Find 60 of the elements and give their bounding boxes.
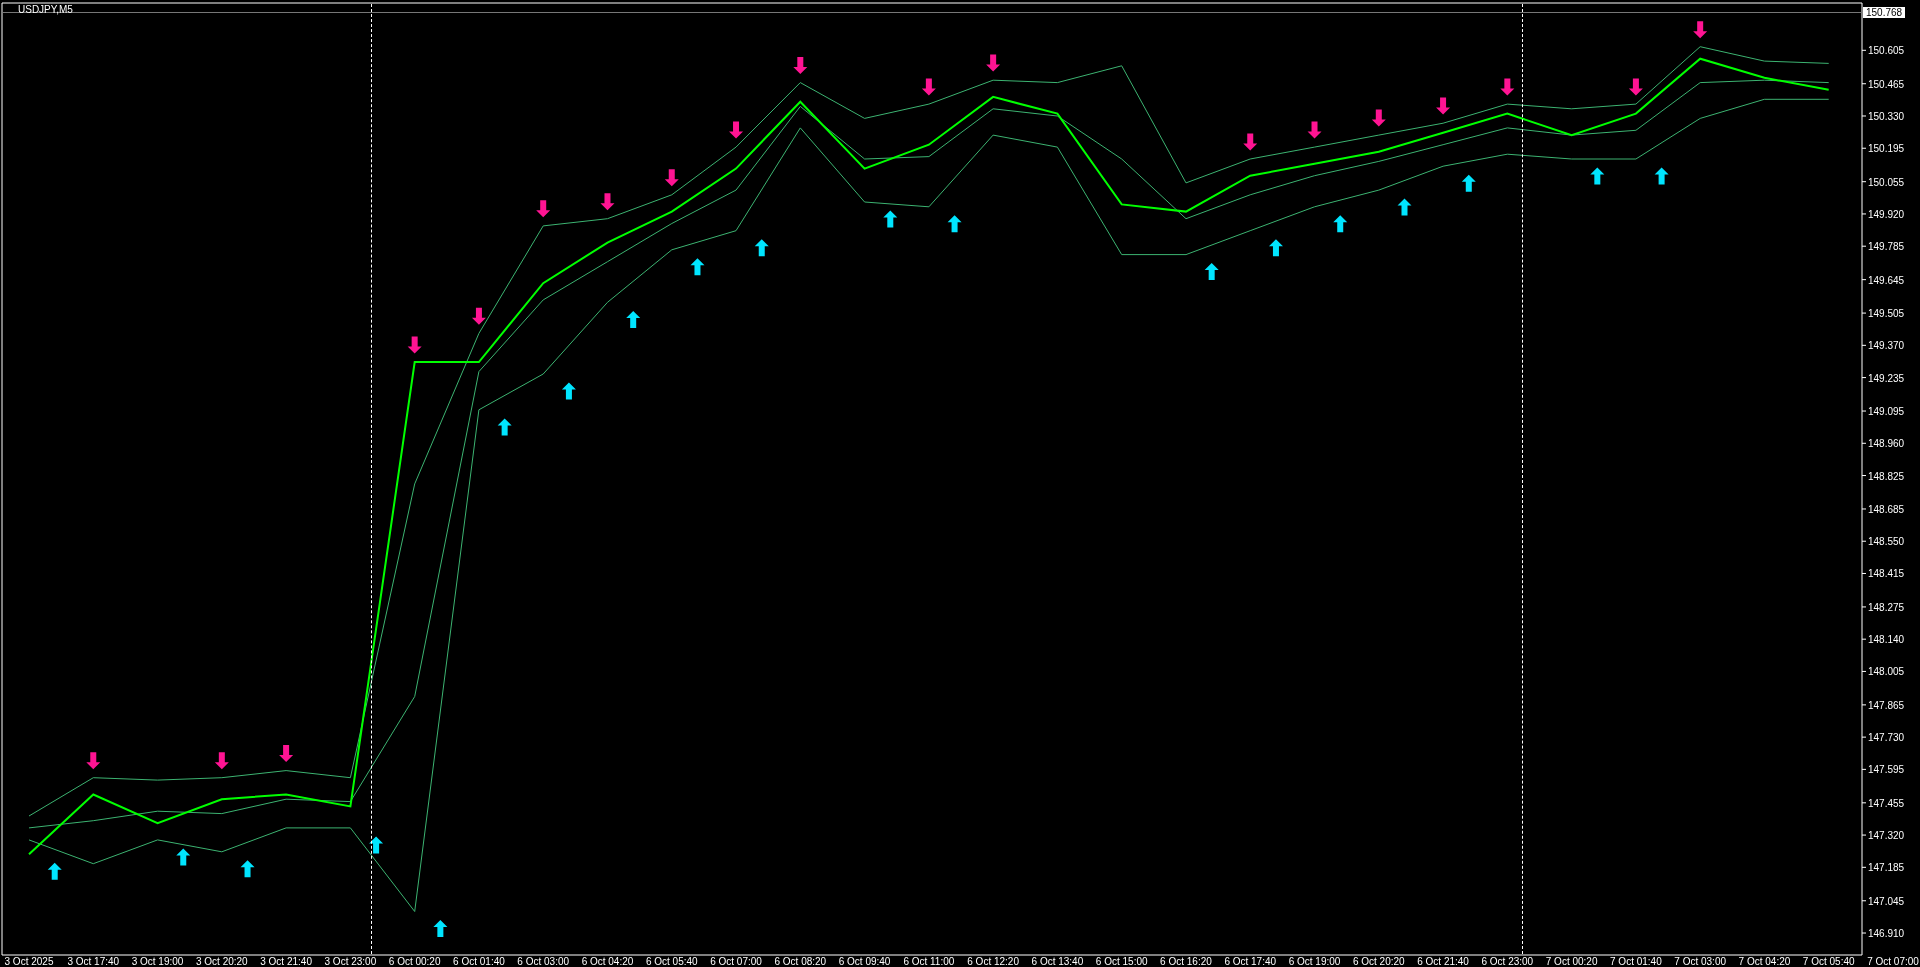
price-label: 150.055 bbox=[1868, 176, 1905, 188]
time-label: 6 Oct 23:00 bbox=[1481, 956, 1534, 967]
time-label: 7 Oct 01:40 bbox=[1610, 956, 1662, 967]
price-label: 148.550 bbox=[1868, 536, 1905, 548]
current-price-label: 150.768 bbox=[1863, 7, 1906, 18]
price-label: 148.005 bbox=[1868, 666, 1905, 678]
price-label: 147.045 bbox=[1868, 895, 1905, 907]
time-label: 7 Oct 03:00 bbox=[1674, 956, 1726, 967]
time-label: 6 Oct 04:20 bbox=[581, 956, 634, 967]
time-label: 6 Oct 05:40 bbox=[645, 956, 698, 967]
price-label: 149.370 bbox=[1868, 340, 1905, 352]
price-label: 148.960 bbox=[1868, 438, 1905, 450]
price-label: 148.140 bbox=[1868, 634, 1905, 646]
price-label: 150.465 bbox=[1868, 78, 1905, 90]
price-label: 148.825 bbox=[1868, 470, 1905, 482]
time-label: 7 Oct 00:20 bbox=[1545, 956, 1598, 967]
time-label: 6 Oct 20:20 bbox=[1352, 956, 1405, 967]
price-label: 148.415 bbox=[1868, 568, 1905, 580]
price-label: 147.320 bbox=[1868, 830, 1905, 842]
price-label: 149.095 bbox=[1868, 406, 1905, 418]
time-label: 6 Oct 12:20 bbox=[967, 956, 1019, 967]
time-label: 3 Oct 19:00 bbox=[131, 956, 184, 967]
time-label: 7 Oct 04:20 bbox=[1738, 956, 1791, 967]
time-label: 6 Oct 15:00 bbox=[1095, 956, 1148, 967]
price-label: 150.605 bbox=[1868, 45, 1905, 57]
chart-title: USDJPY,M5 bbox=[18, 4, 73, 15]
price-label: 147.185 bbox=[1868, 862, 1905, 874]
time-label: 3 Oct 21:40 bbox=[260, 956, 312, 967]
price-label: 147.730 bbox=[1868, 732, 1905, 744]
price-label: 150.195 bbox=[1868, 143, 1905, 155]
time-label: 6 Oct 17:40 bbox=[1224, 956, 1277, 967]
time-label: 3 Oct 17:40 bbox=[67, 956, 120, 967]
price-label: 148.685 bbox=[1868, 504, 1905, 515]
time-label: 3 Oct 23:00 bbox=[324, 956, 377, 967]
price-label: 149.235 bbox=[1868, 372, 1905, 384]
time-label: 6 Oct 13:40 bbox=[1031, 956, 1084, 967]
time-label: 6 Oct 11:00 bbox=[903, 956, 955, 967]
price-label: 150.330 bbox=[1868, 111, 1905, 122]
price-label: 148.275 bbox=[1868, 601, 1905, 613]
time-label: 6 Oct 08:20 bbox=[774, 956, 827, 967]
time-label: 3 Oct 20:20 bbox=[196, 956, 248, 967]
time-label: 6 Oct 16:20 bbox=[1160, 956, 1212, 967]
time-label: 6 Oct 01:40 bbox=[453, 956, 505, 967]
time-label: 6 Oct 21:40 bbox=[1417, 956, 1469, 967]
price-label: 149.920 bbox=[1868, 208, 1905, 220]
time-label: 6 Oct 03:00 bbox=[517, 956, 570, 967]
price-label: 147.595 bbox=[1868, 764, 1905, 776]
time-label: 3 Oct 2025 bbox=[4, 956, 54, 967]
time-label: 6 Oct 19:00 bbox=[1288, 956, 1341, 967]
price-label: 149.645 bbox=[1868, 274, 1905, 286]
time-label: 6 Oct 00:20 bbox=[388, 956, 441, 967]
price-label: 147.865 bbox=[1868, 699, 1905, 711]
price-label: 146.910 bbox=[1868, 928, 1905, 939]
price-label: 149.785 bbox=[1868, 241, 1905, 253]
time-label: 6 Oct 09:40 bbox=[838, 956, 891, 967]
time-label: 7 Oct 05:40 bbox=[1802, 956, 1855, 967]
time-label: 6 Oct 07:00 bbox=[710, 956, 762, 967]
price-label: 147.455 bbox=[1868, 797, 1905, 809]
price-label: 149.505 bbox=[1868, 308, 1905, 320]
time-label: 7 Oct 07:00 bbox=[1867, 956, 1919, 967]
